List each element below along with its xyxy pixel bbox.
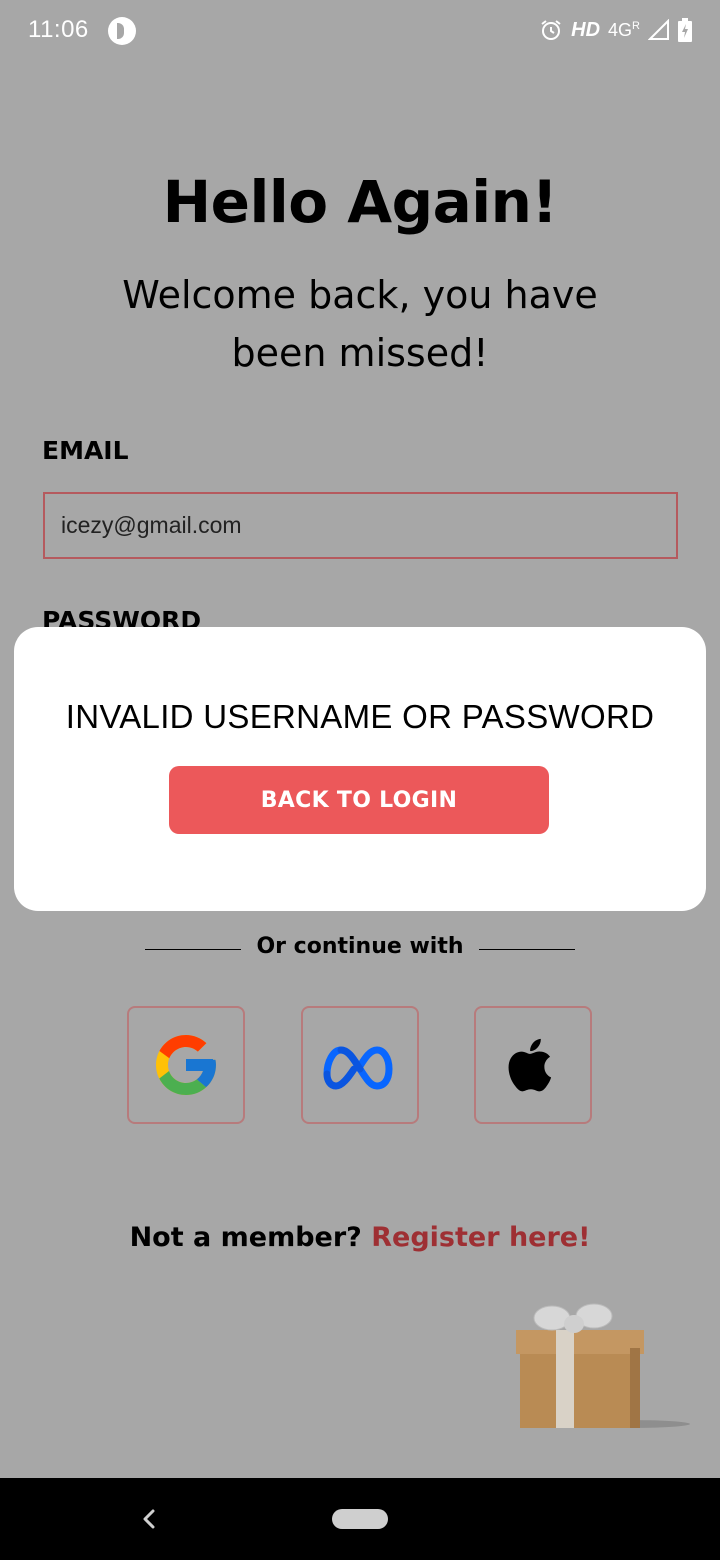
network-indicator: 4GR xyxy=(608,20,640,41)
back-to-login-button[interactable]: BACK TO LOGIN xyxy=(169,766,549,834)
google-login-button[interactable] xyxy=(127,1006,245,1124)
email-field[interactable] xyxy=(43,492,678,559)
status-indicators: HD 4GR xyxy=(539,16,692,44)
google-icon xyxy=(156,1035,216,1095)
page-subtitle: Welcome back, you have been missed! xyxy=(122,273,598,375)
divider-line-left xyxy=(145,949,241,950)
apple-icon xyxy=(508,1038,552,1092)
email-label: EMAIL xyxy=(42,436,129,465)
home-pill-button[interactable] xyxy=(332,1509,388,1529)
battery-charging-icon xyxy=(678,18,692,42)
hd-indicator: HD xyxy=(571,18,601,41)
register-prompt-text: Not a member? xyxy=(129,1222,362,1253)
register-link[interactable]: Register here! xyxy=(371,1222,590,1253)
divider-line-right xyxy=(479,949,575,950)
roaming-indicator: R xyxy=(632,19,640,32)
register-prompt: Not a member? Register here! xyxy=(0,1222,720,1253)
login-screen: 11:06 HD 4GR Hello Again! Welcome back, … xyxy=(0,0,720,1560)
alarm-icon xyxy=(541,20,561,40)
page-title: Hello Again! xyxy=(162,168,558,236)
back-arrow-icon[interactable] xyxy=(134,1502,164,1536)
apple-login-button[interactable] xyxy=(474,1006,592,1124)
status-bar: 11:06 HD 4GR xyxy=(0,0,720,60)
meta-icon xyxy=(323,1046,393,1090)
network-type: 4G xyxy=(608,19,633,40)
continue-with-divider: Or continue with xyxy=(0,930,720,970)
signal-icon xyxy=(648,19,669,40)
error-message: INVALID USERNAME OR PASSWORD xyxy=(65,698,655,735)
divider-text: Or continue with xyxy=(256,934,464,959)
meta-login-button[interactable] xyxy=(301,1006,419,1124)
app-notification-icon xyxy=(108,17,136,45)
gift-box-icon xyxy=(516,1303,690,1428)
status-time: 11:06 xyxy=(28,16,89,43)
